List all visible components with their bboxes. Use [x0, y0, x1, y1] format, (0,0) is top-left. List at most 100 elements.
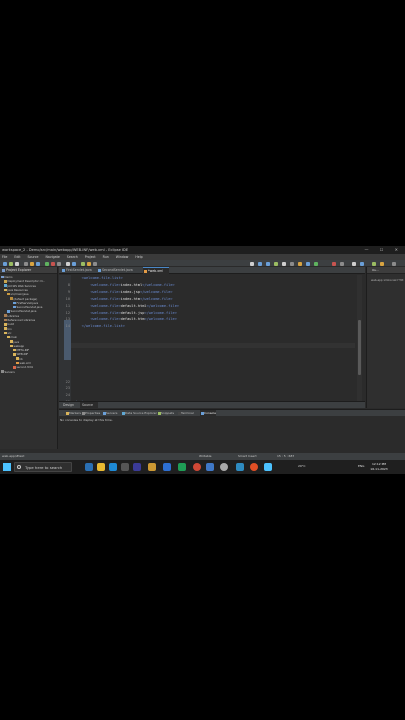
editor-scrollbar[interactable] [357, 275, 362, 408]
toolbar-button-icon[interactable] [340, 261, 344, 266]
toolbar-button-icon[interactable] [372, 261, 376, 266]
descriptor-icon [4, 280, 7, 283]
toolbar-button-icon[interactable] [392, 261, 396, 266]
chrome-icon[interactable] [193, 463, 201, 471]
bottom-tab[interactable]: Data Source Explorer [121, 410, 157, 416]
task-view-icon[interactable] [85, 463, 93, 471]
editor-area[interactable]: FirstServlet.java SecondServlet.java *web.… [59, 267, 365, 408]
editor-scroll-thumb[interactable] [358, 320, 361, 375]
toolbar-button-icon[interactable] [45, 261, 49, 266]
toolbar-button-icon[interactable] [24, 261, 28, 266]
toolbar-button-icon[interactable] [3, 261, 7, 266]
language-text[interactable]: ENG [358, 464, 364, 468]
toolbar-button-icon[interactable] [81, 261, 85, 266]
folder-icon [4, 323, 7, 326]
toolbar-button-icon[interactable] [380, 261, 384, 266]
tab-design[interactable]: Design [61, 402, 79, 409]
recorder-icon[interactable] [250, 463, 258, 471]
bottom-tab-label: Servers [106, 411, 118, 415]
tab-source[interactable]: Source [80, 402, 98, 409]
toolbar-button-icon[interactable] [266, 261, 270, 266]
toolbar-button-icon[interactable] [30, 261, 34, 266]
toolbar-button-icon[interactable] [332, 261, 336, 266]
bottom-tab[interactable]: Console [200, 410, 216, 416]
weather-text[interactable]: 29°C [298, 464, 305, 468]
eclipse-taskbar-icon[interactable] [133, 463, 141, 471]
vscode-icon[interactable] [206, 463, 214, 471]
toolbar-button-icon[interactable] [352, 261, 356, 266]
toolbar-button-icon[interactable] [306, 261, 310, 266]
toolbar-button-icon[interactable] [9, 261, 13, 266]
menu-item-source[interactable]: Source [28, 255, 39, 259]
editor-tab[interactable]: FirstServlet.java [61, 267, 96, 274]
menu-item-run[interactable]: Run [103, 255, 109, 259]
code-line[interactable]: <welcome-file>default.jsp</welcome-file> [73, 311, 177, 316]
window-controls[interactable]: — ☐ ✕ [365, 246, 403, 254]
xml-close-tag: </welcome-file> [144, 310, 177, 315]
excel-icon[interactable] [178, 463, 186, 471]
toolbar-button-icon[interactable] [314, 261, 318, 266]
menu-item-navigate[interactable]: Navigate [45, 255, 59, 259]
toolbar-button-icon[interactable] [66, 261, 70, 266]
bottom-tab[interactable]: Properties [81, 410, 100, 416]
toolbar-button-icon[interactable] [51, 261, 55, 266]
menu-item-file[interactable]: File [2, 255, 7, 259]
taskbar-clock[interactable]: 12:12 PM 16-11-2023 [369, 462, 389, 471]
menu-item-edit[interactable]: Edit [14, 255, 20, 259]
windows-start-icon[interactable] [3, 463, 11, 471]
pinned-app-icon[interactable] [264, 463, 272, 471]
edge-icon[interactable] [109, 463, 117, 471]
tree-item[interactable]: Servers [1, 370, 15, 374]
outline-item[interactable]: web-app xmlns:xsi="htt [371, 278, 403, 282]
taskbar-search[interactable]: Type here to search [14, 462, 72, 472]
toolbar-button-icon[interactable] [250, 261, 254, 266]
menu-item-project[interactable]: Project [85, 255, 96, 259]
file-explorer-icon[interactable] [97, 463, 105, 471]
store-icon[interactable] [121, 463, 129, 471]
windows-taskbar: Type here to search 29°C ENG 12:12 PM 16… [0, 460, 405, 474]
folder-taskbar-icon[interactable] [148, 463, 156, 471]
toolbar-button-icon[interactable] [72, 261, 76, 266]
toolbar-button-icon[interactable] [298, 261, 302, 266]
toolbar-button-icon[interactable] [282, 261, 286, 266]
toolbar-button-icon[interactable] [87, 261, 91, 266]
bottom-tab[interactable]: Servers [102, 410, 117, 416]
outline-tab[interactable]: Ou... [367, 267, 405, 274]
code-line[interactable]: <welcome-file>index.jsp</welcome-file> [73, 290, 172, 295]
toolbar-button-icon[interactable] [93, 261, 97, 266]
line-number: 8 [67, 282, 70, 287]
toolbar-button-icon[interactable] [36, 261, 40, 266]
xml-close-tag: </welcome-file> [140, 296, 173, 301]
folder-icon [4, 327, 7, 330]
line-number: 13 [65, 317, 70, 322]
toolbar-button-icon[interactable] [360, 261, 364, 266]
menu-item-search[interactable]: Search [67, 255, 78, 259]
toolbar-button-icon[interactable] [258, 261, 262, 266]
toolbar-button-icon[interactable] [57, 261, 61, 266]
project-explorer-tab[interactable]: Project Explorer [0, 267, 57, 274]
menu-item-window[interactable]: Window [116, 255, 129, 259]
line-number: 10 [65, 296, 70, 301]
bottom-tab[interactable]: Terminal [177, 410, 194, 416]
menu-item-help[interactable]: Help [135, 255, 142, 259]
code-line[interactable]: <welcome-file>index.htm</welcome-file> [73, 296, 173, 302]
word-icon[interactable] [163, 463, 171, 471]
code-line[interactable]: <welcome-file>default.html</welcome-file… [73, 304, 179, 309]
bottom-tab[interactable]: Markers [65, 410, 81, 416]
tree-item[interactable]: second.html [13, 365, 33, 369]
line-number: 12 [65, 310, 70, 315]
toolbar-button-icon[interactable] [290, 261, 294, 266]
code-line[interactable]: <welcome-file>default.htm</welcome-file> [73, 317, 177, 322]
xml-close-tag: </welcome-file> [146, 303, 180, 308]
code-line[interactable]: </welcome-file-list> [73, 324, 125, 329]
toolbar-button-icon[interactable] [15, 261, 19, 266]
app-icon[interactable] [236, 463, 244, 471]
code-line[interactable]: <welcome-file-list> [73, 276, 123, 281]
code-line[interactable]: <welcome-file>index.html</welcome-file> [73, 283, 174, 288]
editor-tab[interactable]: SecondServlet.java [97, 267, 142, 274]
bottom-tab[interactable]: Snippets [157, 410, 174, 416]
toolbar-button-icon[interactable] [274, 261, 278, 266]
editor-tab[interactable]: *web.xml [143, 267, 169, 274]
title-bar: workspace_2 - Demo/src/main/webapp/WEB-I… [0, 246, 405, 254]
settings-icon[interactable] [220, 463, 228, 471]
